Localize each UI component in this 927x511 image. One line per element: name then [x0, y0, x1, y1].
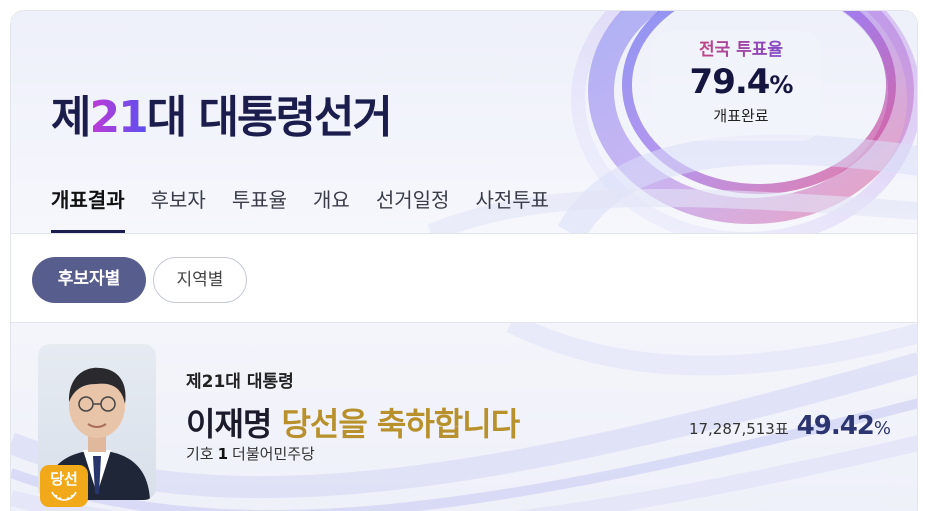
election-header: 제21대 대통령선거 전국 투표율 79.4% 개표완료 개표결과 후보자 투표… [11, 11, 917, 233]
winner-panel: 당선 제21대 대통령 이재명 당선을 축하합니다 기호 1 더불어민주당 17,2… [11, 323, 917, 511]
elected-badge: 당선 [40, 465, 88, 507]
turnout-status: 개표완료 [713, 107, 769, 125]
winner-congrats: 당선을 축하합니다 [281, 405, 520, 443]
tab-results[interactable]: 개표결과 [51, 183, 125, 233]
election-card: 제21대 대통령선거 전국 투표율 79.4% 개표완료 개표결과 후보자 투표… [10, 10, 918, 511]
winner-subtitle: 제21대 대통령 [186, 372, 294, 392]
laurel-icon [51, 491, 77, 501]
winner-party-info: 기호 1 더불어민주당 [186, 443, 315, 464]
page-title: 제21대 대통령선거 [51, 81, 393, 145]
turnout-label: 전국 투표율 [671, 35, 811, 60]
title-number: 21 [89, 92, 148, 143]
title-prefix: 제 [51, 92, 92, 143]
tab-bar: 개표결과 후보자 투표율 개요 선거일정 사전투표 [51, 183, 549, 233]
filter-by-region[interactable]: 지역별 [153, 257, 247, 303]
tab-schedule[interactable]: 선거일정 [376, 183, 450, 233]
elected-badge-label: 당선 [50, 470, 78, 488]
tab-overview[interactable]: 개요 [313, 183, 350, 233]
filter-bar: 후보자별 지역별 [11, 233, 917, 323]
tab-turnout[interactable]: 투표율 [232, 183, 287, 233]
vote-count: 17,287,513표 [688, 420, 789, 438]
title-suffix: 대 대통령선거 [146, 92, 393, 143]
filter-by-candidate[interactable]: 후보자별 [32, 257, 146, 303]
party-name: 더불어민주당 [232, 445, 315, 463]
vote-percent-unit: % [873, 418, 891, 439]
turnout-value: 79.4 [689, 62, 771, 102]
tab-early-voting[interactable]: 사전투표 [475, 183, 549, 233]
national-turnout: 전국 투표율 79.4% 개표완료 [671, 35, 811, 126]
ballot-number: 1 [217, 445, 229, 463]
winner-name: 이재명 [186, 405, 272, 443]
winner-vote-result: 17,287,513표 49.42% [689, 411, 891, 441]
turnout-unit: % [769, 71, 793, 99]
ballot-number-label: 기호 [186, 445, 214, 463]
winner-headline: 이재명 당선을 축하합니다 [186, 399, 520, 445]
vote-percent: 49.42 [796, 411, 875, 441]
turnout-value-row: 79.4% [671, 62, 811, 105]
tab-candidates[interactable]: 후보자 [151, 183, 206, 233]
